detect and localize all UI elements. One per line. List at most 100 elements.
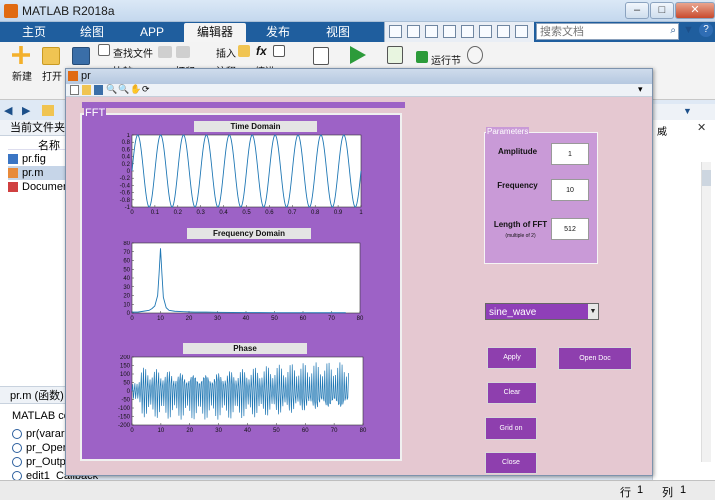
open-figure-icon[interactable] [82, 85, 91, 95]
breakpoints-icon[interactable] [313, 47, 329, 65]
switch-windows-icon[interactable] [497, 25, 510, 38]
details-header[interactable]: pr.m (函数) [0, 386, 70, 404]
help-icon[interactable]: ? [699, 23, 713, 37]
figure-canvas: FFT Time Domain 0 0.1 0.2 0.3 0.4 0.5 0.6 0.7 0.… [66, 97, 652, 475]
run-and-time-icon[interactable] [467, 46, 483, 64]
search-icon[interactable]: ⌕ [670, 25, 676, 36]
insert-function-icon[interactable] [273, 45, 285, 57]
y-tick-label: 200 [120, 355, 131, 361]
y-tick-label: 50 [123, 267, 130, 273]
insert-label[interactable]: 插入 [216, 45, 236, 60]
pan-icon[interactable]: ✋ [130, 84, 141, 95]
apply-button[interactable]: Apply [487, 347, 537, 369]
search-input[interactable] [537, 24, 662, 39]
up-folder-icon[interactable] [42, 105, 54, 116]
tab-apps[interactable]: APP [124, 23, 180, 42]
fft-length-field[interactable]: 512 [551, 218, 589, 240]
plot-area [131, 242, 361, 314]
close-window-button[interactable]: ✕ [675, 2, 715, 19]
x-tick-label: 50 [273, 428, 280, 434]
y-tick-label: 0.4 [122, 155, 131, 161]
x-tick-label: 0.8 [311, 210, 320, 216]
find-icon[interactable] [176, 46, 190, 58]
y-tick-label: 0 [127, 169, 131, 175]
save-icon[interactable] [389, 25, 402, 38]
x-tick-label: 80 [360, 428, 367, 434]
search-box[interactable]: ⌕ [536, 23, 679, 40]
figure-titlebar[interactable]: pr [66, 69, 652, 84]
waveform-select[interactable]: sine_wave ▼ [485, 303, 599, 320]
close-icon[interactable]: ✕ [697, 121, 706, 134]
dock-icon[interactable]: ▾ [638, 84, 643, 95]
vertical-scrollbar[interactable] [701, 162, 711, 462]
y-tick-label: -100 [118, 406, 131, 412]
chevron-down-icon[interactable]: ▼ [683, 106, 692, 116]
fft-panel-title: FFT [84, 107, 107, 119]
amplitude-field[interactable]: 1 [551, 143, 589, 165]
function-icon [12, 443, 22, 454]
run-and-advance-icon[interactable] [387, 46, 403, 64]
run-icon[interactable] [350, 46, 366, 64]
forward-arrow-icon[interactable]: ▶ [22, 104, 30, 117]
maximize-button[interactable]: □ [650, 2, 674, 19]
y-tick-label: -0.6 [120, 191, 131, 197]
x-tick-label: 20 [186, 316, 193, 322]
clear-button[interactable]: Clear [487, 382, 537, 404]
undo-icon[interactable] [461, 25, 474, 38]
figure-window: pr 🔍 🔍 ✋ ⟳ ▾ FFT Time Domain 0 0.1 0.2 0.3 0… [65, 68, 653, 476]
file-item[interactable]: pr.m [8, 166, 68, 180]
new-label[interactable]: 新建 [12, 68, 32, 83]
tab-editor[interactable]: 编辑器 [184, 23, 246, 42]
cut-icon[interactable] [407, 25, 420, 38]
column-header[interactable]: 名称 [8, 136, 68, 152]
x-tick-label: 30 [215, 428, 222, 434]
fft-length-label: Length of FFT [493, 220, 548, 229]
frequency-field[interactable]: 10 [551, 179, 589, 201]
phase-plot[interactable]: 0 10 20 30 40 50 60 70 80 -200 -150 -100 -50 0 50 100 15… [82, 355, 404, 457]
time-domain-plot[interactable]: 0 0.1 0.2 0.3 0.4 0.5 0.6 0.7 0.8 0.9 1 -1-0.8-0.6 -… [82, 133, 404, 219]
back-arrow-icon[interactable]: ◀ [4, 104, 12, 117]
tab-plots[interactable]: 绘图 [64, 23, 120, 42]
save-figure-icon[interactable] [94, 85, 103, 95]
rotate-icon[interactable]: ⟳ [142, 84, 150, 95]
x-tick-label: 0.3 [197, 210, 206, 216]
new-icon[interactable] [12, 46, 30, 64]
open-folder-icon[interactable] [42, 47, 60, 65]
y-tick-label: 80 [123, 241, 130, 247]
paste-icon[interactable] [443, 25, 456, 38]
open-label[interactable]: 打开 [42, 68, 62, 83]
y-tick-label: 100 [120, 372, 131, 378]
new-figure-icon[interactable] [70, 85, 79, 95]
tab-publish[interactable]: 发布 [250, 23, 306, 42]
time-domain-title: Time Domain [194, 121, 317, 132]
close-button[interactable]: Close [485, 452, 537, 474]
find-files-icon[interactable] [98, 44, 110, 56]
y-tick-label: -0.2 [120, 176, 131, 182]
frequency-domain-plot[interactable]: 0 10 20 30 40 50 60 70 8001020304050607080 [82, 241, 404, 335]
tab-home[interactable]: 主页 [8, 23, 60, 42]
file-item[interactable]: pr.fig [8, 152, 46, 166]
zoom-out-icon[interactable]: 🔍 [118, 84, 129, 95]
amplitude-label: Amplitude [497, 147, 538, 156]
help-small-icon[interactable] [515, 25, 528, 38]
grid-on-button[interactable]: Grid on [485, 417, 537, 440]
tab-view[interactable]: 视图 [310, 23, 366, 42]
app-title: MATLAB R2018a [22, 4, 115, 18]
scrollbar-thumb[interactable] [702, 170, 711, 186]
insert-icon[interactable] [238, 45, 250, 57]
filter-icon[interactable]: ▼ [683, 24, 697, 38]
minimize-button[interactable]: – [625, 2, 649, 19]
fx-icon[interactable]: fx [256, 44, 267, 58]
run-section-icon[interactable] [416, 51, 428, 63]
open-doc-button[interactable]: Open Doc [558, 347, 632, 370]
find-files-label[interactable]: 查找文件 [113, 45, 153, 60]
redo-icon[interactable] [479, 25, 492, 38]
y-tick-label: -0.8 [120, 198, 131, 204]
copy-icon[interactable] [425, 25, 438, 38]
run-section-label[interactable]: 运行节 [431, 52, 461, 67]
save-file-icon[interactable] [72, 47, 90, 65]
zoom-in-icon[interactable]: 🔍 [106, 84, 117, 95]
dropdown-arrow-icon[interactable]: ▼ [588, 304, 598, 319]
x-tick-label: 50 [271, 316, 278, 322]
go-to-icon[interactable] [158, 46, 172, 58]
